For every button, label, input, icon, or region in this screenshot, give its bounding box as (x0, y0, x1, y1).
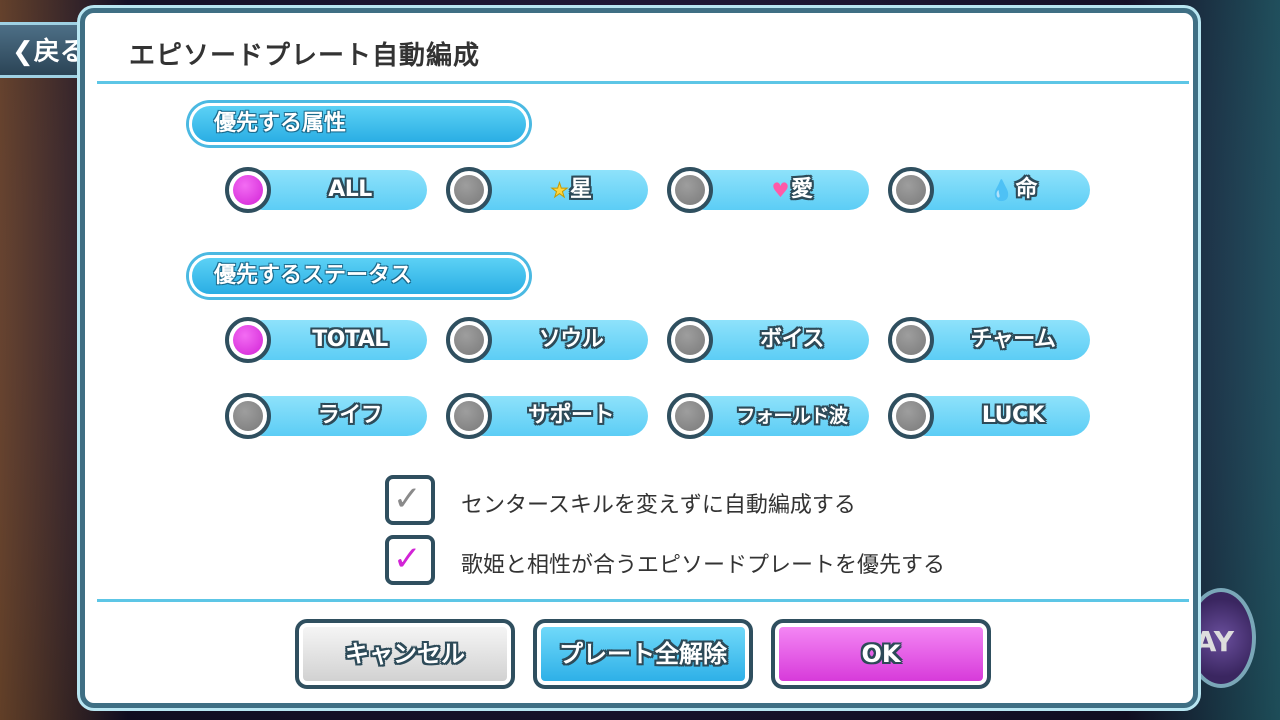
attribute-section-header: 優先する属性 (189, 103, 529, 145)
option-label: フォールド波 (736, 405, 848, 427)
radio-button[interactable] (225, 393, 271, 439)
radio-dot (233, 175, 263, 205)
status-option-life[interactable]: ライフ (225, 393, 427, 439)
check-icon: ✓ (393, 479, 422, 519)
check-icon: ✓ (393, 539, 422, 579)
star-icon: ★ (550, 178, 569, 203)
option-label: ★星 (494, 170, 648, 210)
status-option-charm[interactable]: チャーム (888, 317, 1090, 363)
auto-compose-dialog: エピソードプレート自動編成 優先する属性 ALL ★星 ♥愛 💧命 優先するステ… (80, 8, 1198, 708)
status-option-soul[interactable]: ソウル (446, 317, 648, 363)
radio-dot (675, 175, 705, 205)
status-option-fold-wave[interactable]: フォールド波 (667, 393, 869, 439)
radio-dot (454, 175, 484, 205)
radio-button[interactable] (225, 167, 271, 213)
prioritize-diva-compat-label[interactable]: 歌姫と相性が合うエピソードプレートを優先する (461, 547, 945, 579)
option-label: ライフ (317, 403, 383, 428)
radio-dot (675, 325, 705, 355)
radio-dot (896, 175, 926, 205)
radio-button[interactable] (888, 167, 934, 213)
option-label: サポート (527, 403, 615, 428)
cancel-button[interactable]: キャンセル (295, 619, 515, 689)
radio-button[interactable] (446, 393, 492, 439)
water-drop-icon: 💧 (989, 178, 1014, 202)
option-label: 💧命 (936, 170, 1090, 210)
prioritize-diva-compat-checkbox[interactable]: ✓ (385, 535, 435, 585)
option-label: チャーム (970, 327, 1056, 352)
radio-dot (454, 401, 484, 431)
radio-button[interactable] (446, 317, 492, 363)
option-label: ALL (328, 177, 372, 202)
radio-dot (233, 401, 263, 431)
radio-button[interactable] (667, 393, 713, 439)
dialog-title: エピソードプレート自動編成 (129, 41, 481, 71)
radio-button[interactable] (667, 317, 713, 363)
option-label: TOTAL (312, 327, 388, 352)
divider (97, 599, 1189, 602)
ok-button[interactable]: OK (771, 619, 991, 689)
radio-dot (454, 325, 484, 355)
status-option-luck[interactable]: LUCK (888, 393, 1090, 439)
attribute-option-love[interactable]: ♥愛 (667, 167, 869, 213)
option-label: ♥愛 (715, 170, 869, 210)
radio-dot (233, 325, 263, 355)
attribute-option-star[interactable]: ★星 (446, 167, 648, 213)
radio-dot (896, 401, 926, 431)
status-section-header: 優先するステータス (189, 255, 529, 297)
radio-button[interactable] (888, 393, 934, 439)
keep-center-skill-label[interactable]: センタースキルを変えずに自動編成する (461, 487, 856, 519)
radio-dot (675, 401, 705, 431)
radio-button[interactable] (446, 167, 492, 213)
status-option-total[interactable]: TOTAL (225, 317, 427, 363)
option-label: ボイス (760, 327, 824, 352)
heart-icon: ♥ (771, 178, 790, 202)
keep-center-skill-checkbox[interactable]: ✓ (385, 475, 435, 525)
status-option-support[interactable]: サポート (446, 393, 648, 439)
attribute-option-life[interactable]: 💧命 (888, 167, 1090, 213)
radio-dot (896, 325, 926, 355)
option-label: ソウル (538, 327, 604, 352)
radio-button[interactable] (667, 167, 713, 213)
divider (97, 81, 1189, 84)
status-option-voice[interactable]: ボイス (667, 317, 869, 363)
option-label: LUCK (981, 403, 1045, 428)
attribute-option-all[interactable]: ALL (225, 167, 427, 213)
clear-all-plates-button[interactable]: プレート全解除 (533, 619, 753, 689)
radio-button[interactable] (225, 317, 271, 363)
radio-button[interactable] (888, 317, 934, 363)
